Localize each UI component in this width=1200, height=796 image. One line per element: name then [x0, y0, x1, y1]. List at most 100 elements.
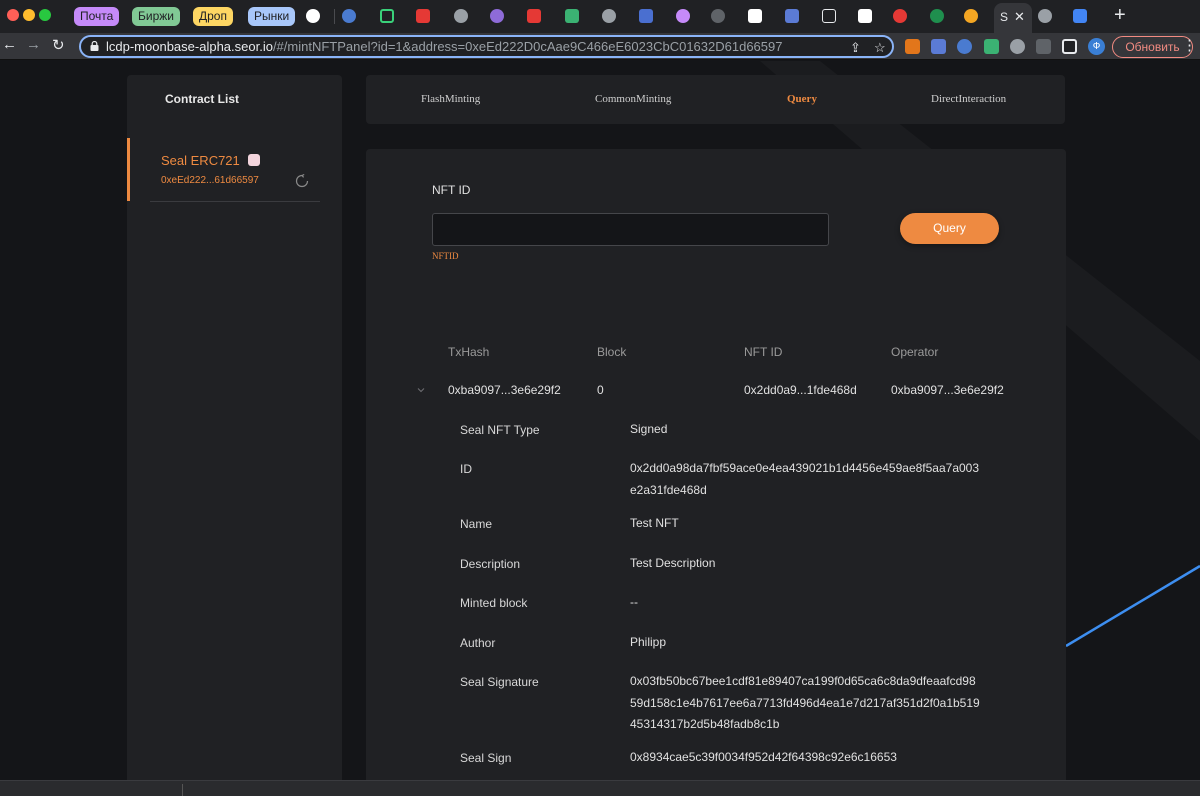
browser-toolbar: ← → ↻ lcdp-moonbase-alpha.seor.io/#/mint… [0, 33, 1200, 60]
contract-list-panel: Contract List Seal ERC721 0xeEd222...61d… [127, 75, 342, 785]
app-page: Contract List Seal ERC721 0xeEd222...61d… [0, 61, 1200, 796]
query-button[interactable]: Query [900, 213, 999, 244]
detail-label-seal-sign: Seal Sign [460, 751, 512, 765]
contract-list-title: Contract List [165, 92, 240, 106]
tab-group-markets[interactable]: Рынки [248, 7, 296, 26]
detail-label-name: Name [460, 517, 493, 531]
cell-txhash: 0xba9097...3e6e29f2 [448, 383, 561, 397]
detail-value-seal-sign: 0x8934cae5c39f0034f952d42f64398c92e6c166… [630, 750, 897, 764]
nft-id-input[interactable] [432, 213, 829, 246]
detail-label-minted-block: Minted block [460, 596, 528, 610]
update-browser-button[interactable]: Обновить [1112, 36, 1193, 58]
contract-badge-icon [248, 154, 260, 166]
tab-group-exchanges[interactable]: Биржи [132, 7, 180, 26]
side-panel-icon[interactable] [1062, 39, 1077, 54]
cell-nft-id: 0x2dd0a9...1fde468d [744, 383, 857, 397]
divider [182, 784, 183, 796]
contract-address: 0xeEd222...61d66597 [161, 175, 259, 186]
contract-name: Seal ERC721 [161, 153, 240, 168]
k-favicon-icon[interactable] [785, 9, 799, 23]
polygon-favicon-icon[interactable] [490, 9, 504, 23]
chart-favicon-icon[interactable] [639, 9, 653, 23]
youtube-favicon-icon[interactable] [527, 9, 541, 23]
reload-button[interactable]: ↻ [52, 36, 65, 54]
query-panel: NFT ID NFTID Query TxHash Block NFT ID O… [366, 149, 1066, 796]
globe-favicon-icon[interactable] [1038, 9, 1052, 23]
detail-value-minted-block: -- [630, 595, 638, 609]
bookmark-star-icon[interactable]: ☆ [874, 40, 886, 56]
browser-tab-strip: Почта Биржи Дроп Рынки S ✕ + [0, 0, 1200, 33]
active-indicator [127, 138, 130, 201]
opensea-favicon-icon[interactable] [748, 9, 762, 23]
youtube-favicon-icon[interactable] [416, 9, 430, 23]
arweave-favicon-icon[interactable] [380, 9, 394, 23]
detail-label-id: ID [460, 462, 472, 476]
circle-favicon-icon[interactable] [676, 9, 690, 23]
tab-group-drop[interactable]: Дроп [193, 7, 233, 26]
maximize-window-button[interactable] [39, 9, 51, 21]
arrow-favicon-icon[interactable] [711, 9, 725, 23]
profile-avatar[interactable]: Ф [1088, 38, 1105, 55]
tab-direct-interaction[interactable]: DirectInteraction [931, 93, 1006, 105]
tab-query[interactable]: Query [787, 93, 817, 105]
tab-group-mail[interactable]: Почта [74, 7, 120, 26]
s-favicon-icon[interactable] [822, 9, 836, 23]
notification-favicon-icon[interactable] [893, 9, 907, 23]
shield-favicon-icon[interactable] [930, 9, 944, 23]
forward-button[interactable]: → [26, 36, 41, 53]
google-favicon-icon[interactable] [306, 9, 320, 23]
nft-id-hint: NFTID [432, 251, 459, 261]
tab-flash-minting[interactable]: FlashMinting [421, 93, 480, 105]
minimize-window-button[interactable] [23, 9, 35, 21]
bottom-bar [0, 780, 1200, 796]
close-tab-icon[interactable]: ✕ [1014, 9, 1025, 25]
back-button[interactable]: ← [2, 36, 17, 53]
share-icon[interactable]: ⇪ [850, 40, 861, 56]
tab-separator [334, 9, 335, 24]
active-tab[interactable]: S ✕ [994, 3, 1032, 33]
column-header-txhash: TxHash [448, 345, 490, 359]
gamepad-extension-icon[interactable] [984, 39, 999, 54]
new-tab-button[interactable]: + [1114, 4, 1126, 27]
wordpress-favicon-icon[interactable] [342, 9, 356, 23]
minting-tabs: FlashMinting CommonMinting Query DirectI… [366, 75, 1065, 124]
detail-label-description: Description [460, 557, 521, 571]
globe-extension-icon[interactable] [1010, 39, 1025, 54]
detail-label-author: Author [460, 636, 496, 650]
close-window-button[interactable] [7, 9, 19, 21]
url-host: lcdp-moonbase-alpha.seor.io [106, 39, 273, 54]
tab-common-minting[interactable]: CommonMinting [595, 93, 671, 105]
contract-item[interactable]: Seal ERC721 0xeEd222...61d66597 [127, 138, 342, 201]
refresh-icon[interactable] [295, 174, 309, 188]
detail-value-description: Test Description [630, 556, 716, 570]
doc-favicon-icon[interactable] [858, 9, 872, 23]
url-text: lcdp-moonbase-alpha.seor.io/#/mintNFTPan… [106, 39, 782, 54]
active-tab-title: S [1000, 10, 1009, 24]
nft-id-label: NFT ID [432, 183, 471, 197]
cell-operator: 0xba9097...3e6e29f2 [891, 383, 1004, 397]
lock-icon [90, 41, 99, 51]
sheets-favicon-icon[interactable] [565, 9, 579, 23]
divider [150, 201, 320, 202]
address-bar[interactable]: lcdp-moonbase-alpha.seor.io/#/mintNFTPan… [79, 35, 894, 58]
detail-label-seal-signature: Seal Signature [460, 675, 539, 689]
globe-favicon-icon[interactable] [602, 9, 616, 23]
detail-value-name: Test NFT [630, 516, 679, 530]
docs-favicon-icon[interactable] [1073, 9, 1087, 23]
network-extension-icon[interactable] [957, 39, 972, 54]
metamask-extension-icon[interactable] [905, 39, 920, 54]
detail-value-author: Philipp [630, 635, 667, 649]
cell-block: 0 [597, 383, 604, 397]
column-header-block: Block [597, 345, 627, 359]
url-path: /#/mintNFTPanel?id=1&address=0xeEd222D0c… [272, 39, 783, 54]
gear-favicon-icon[interactable] [964, 9, 978, 23]
k-extension-icon[interactable] [931, 39, 946, 54]
detail-value-seal-nft-type: Signed [630, 422, 668, 436]
chevron-down-icon[interactable] [416, 385, 426, 395]
detail-label-seal-nft-type: Seal NFT Type [460, 423, 540, 437]
browser-menu-icon[interactable]: ⋮ [1182, 36, 1197, 54]
column-header-operator: Operator [891, 345, 939, 359]
puzzle-extensions-icon[interactable] [1036, 39, 1051, 54]
globe-favicon-icon[interactable] [454, 9, 468, 23]
column-header-nft-id: NFT ID [744, 345, 783, 359]
